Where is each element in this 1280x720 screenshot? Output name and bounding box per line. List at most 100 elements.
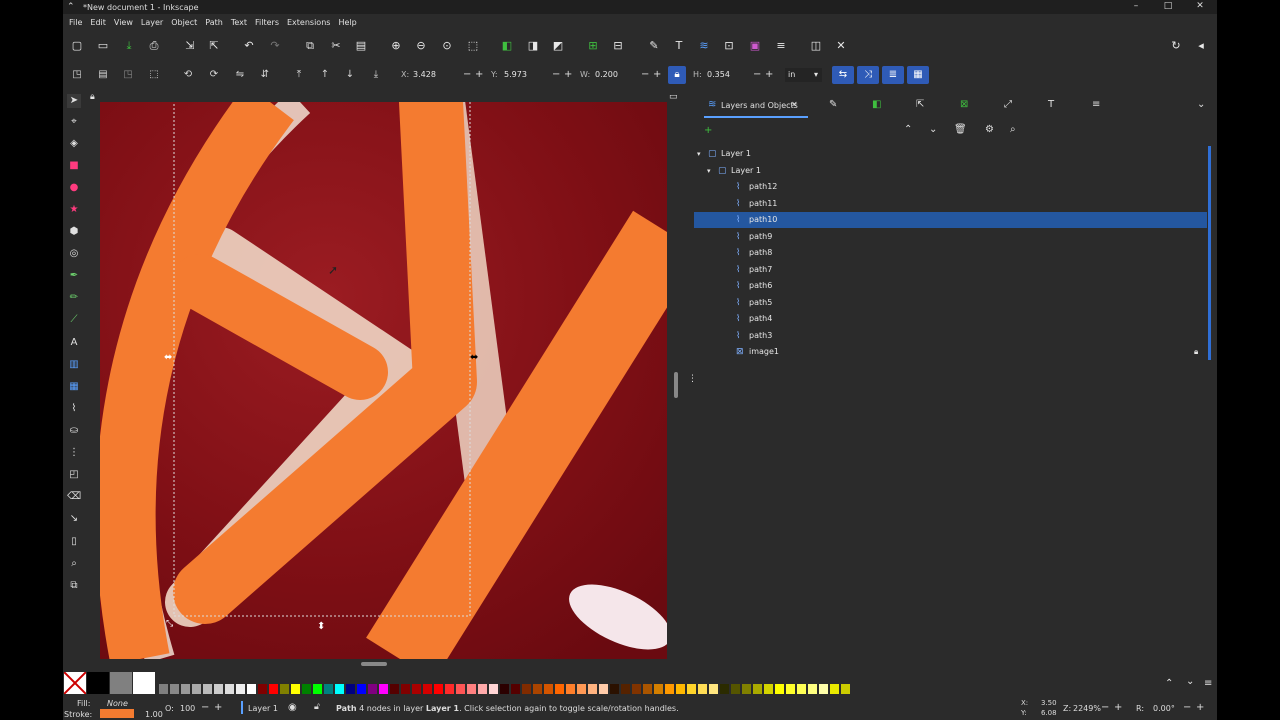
move-down-icon[interactable]: ⌄ <box>929 124 937 135</box>
pencil-tool-icon[interactable]: ✏ <box>67 291 81 305</box>
rectangle-tool-icon[interactable]: ■ <box>67 159 81 173</box>
vertical-scrollbar[interactable] <box>674 372 678 398</box>
palette-swatch[interactable] <box>533 684 542 694</box>
flip-vertical-icon[interactable]: ⇵ <box>257 67 273 83</box>
palette-swatch[interactable] <box>456 684 465 694</box>
palette-swatch[interactable] <box>390 684 399 694</box>
palette-swatch[interactable] <box>555 684 564 694</box>
tree-row-path7[interactable]: ⌇ path7 <box>694 262 1207 278</box>
minimize-button[interactable]: – <box>1121 0 1151 14</box>
palette-swatch[interactable] <box>511 684 520 694</box>
lock-ratio-button[interactable]: 🔒︎ <box>668 66 686 84</box>
x-input[interactable]: 3.428 <box>413 68 459 82</box>
tree-row-path6[interactable]: ⌇ path6 <box>694 278 1207 294</box>
measure-tool-icon[interactable]: ⧉ <box>67 579 81 593</box>
tree-row-path5[interactable]: ⌇ path5 <box>694 295 1207 311</box>
xml-editor-icon[interactable]: ⊡ <box>721 38 737 54</box>
palette-swatch[interactable] <box>368 684 377 694</box>
raise-icon[interactable]: ↑ <box>317 67 333 83</box>
search-icon[interactable]: ⌕ <box>1010 124 1016 135</box>
palette-swatch[interactable] <box>676 684 685 694</box>
palette-swatch[interactable] <box>731 684 740 694</box>
palette-swatch[interactable] <box>841 684 850 694</box>
text-tool-icon[interactable]: A <box>67 336 81 350</box>
move-up-icon[interactable]: ⌃ <box>904 124 912 135</box>
menu-help[interactable]: Help <box>338 18 356 27</box>
menu-extensions[interactable]: Extensions <box>287 18 330 27</box>
shape-builder-tool-icon[interactable]: ◰ <box>67 468 81 482</box>
x-increment-button[interactable]: + <box>475 68 483 82</box>
zoom-decrement-button[interactable]: − <box>1101 702 1109 713</box>
snap-menu-icon[interactable]: ◂ <box>1193 38 1209 54</box>
palette-swatch[interactable] <box>291 684 300 694</box>
swatch-black[interactable] <box>87 672 109 694</box>
h-input[interactable]: 0.354 <box>707 68 753 82</box>
current-layer[interactable]: Layer 1 <box>248 704 278 713</box>
tree-row-image1[interactable]: ⊠ image1 🔒︎ <box>694 344 1207 360</box>
undo-icon[interactable]: ↶ <box>241 38 257 54</box>
fill-value[interactable]: None <box>107 699 128 708</box>
palette-swatch[interactable] <box>434 684 443 694</box>
palette-swatch[interactable] <box>698 684 707 694</box>
snap-toggle-icon[interactable]: ↻ <box>1168 38 1184 54</box>
y-decrement-button[interactable]: − <box>552 68 560 82</box>
palette-swatch[interactable] <box>324 684 333 694</box>
w-decrement-button[interactable]: − <box>641 68 649 82</box>
zoom-tool-icon[interactable]: ⌕ <box>67 557 81 571</box>
open-icon[interactable]: ▭ <box>95 38 111 54</box>
palette-scroll-up-icon[interactable]: ⌃ <box>1165 678 1173 689</box>
spiral-tool-icon[interactable]: ◎ <box>67 247 81 261</box>
zoom-increment-button[interactable]: + <box>1114 702 1122 713</box>
tree-row-path9[interactable]: ⌇ path9 <box>694 229 1207 245</box>
scale-corners-button[interactable]: ⤨ <box>857 66 879 84</box>
palette-swatch[interactable] <box>775 684 784 694</box>
close-button[interactable]: ✕ <box>1185 0 1215 14</box>
menu-layer[interactable]: Layer <box>141 18 163 27</box>
pages-tool-icon[interactable]: ▯ <box>67 535 81 549</box>
tweak-tool-icon[interactable]: ◈ <box>67 137 81 151</box>
expand-chevron-icon[interactable]: ▾ <box>697 146 707 158</box>
menu-path[interactable]: Path <box>205 18 223 27</box>
palette-swatch[interactable] <box>280 684 289 694</box>
palette-swatch[interactable] <box>621 684 630 694</box>
h-decrement-button[interactable]: − <box>753 68 761 82</box>
palette-swatch[interactable] <box>181 684 190 694</box>
transform-patterns-button[interactable]: ▦ <box>907 66 929 84</box>
layers-icon[interactable]: ≋ <box>696 38 712 54</box>
tabs-menu-chevron-icon[interactable]: ⌄ <box>1197 99 1205 110</box>
zoom-in-icon[interactable]: ⊕ <box>388 38 404 54</box>
duplicate-icon[interactable]: ◧ <box>499 38 515 54</box>
scale-handle-right-icon[interactable]: ⬌ <box>470 352 478 363</box>
text-font-icon[interactable]: T <box>671 38 687 54</box>
palette-swatch[interactable] <box>159 684 168 694</box>
paint-bucket-tool-icon[interactable]: ⛀ <box>67 424 81 438</box>
tree-scrollbar[interactable] <box>1208 146 1211 360</box>
palette-scroll-down-icon[interactable]: ⌄ <box>1186 676 1194 687</box>
menu-file[interactable]: File <box>69 18 82 27</box>
display-mode-icon[interactable]: ▭ <box>669 92 678 102</box>
palette-swatch[interactable] <box>346 684 355 694</box>
fill-stroke-icon[interactable]: ✎ <box>646 38 662 54</box>
clone-icon[interactable]: ◨ <box>525 38 541 54</box>
layer-lock-icon[interactable]: 🔓︎ <box>314 702 320 712</box>
menu-object[interactable]: Object <box>171 18 197 27</box>
tree-row-path8[interactable]: ⌇ path8 <box>694 245 1207 261</box>
tab-layers-objects[interactable]: Layers and Objects <box>721 101 798 110</box>
transform-tab-icon[interactable]: ⤢ <box>1004 99 1012 110</box>
palette-swatch[interactable] <box>588 684 597 694</box>
calligraphy-tool-icon[interactable]: ⟋ <box>67 313 81 327</box>
maximize-button[interactable]: □ <box>1153 0 1183 14</box>
opacity-increment-button[interactable]: + <box>214 702 222 713</box>
align-distribute-icon[interactable]: ≡ <box>773 38 789 54</box>
zoom-selection-icon[interactable]: ⬚ <box>465 38 481 54</box>
palette-swatch[interactable] <box>797 684 806 694</box>
palette-swatch[interactable] <box>764 684 773 694</box>
palette-swatch[interactable] <box>599 684 608 694</box>
tree-row-layer-1[interactable]: ▾ ▢ Layer 1 <box>694 163 1207 179</box>
symbols-tab-icon[interactable]: ⊠ <box>960 99 968 110</box>
zoom-out-icon[interactable]: ⊖ <box>413 38 429 54</box>
unlink-clone-icon[interactable]: ◩ <box>550 38 566 54</box>
menu-text[interactable]: Text <box>231 18 247 27</box>
connector-tool-icon[interactable]: ↘ <box>67 512 81 526</box>
h-increment-button[interactable]: + <box>765 68 773 82</box>
